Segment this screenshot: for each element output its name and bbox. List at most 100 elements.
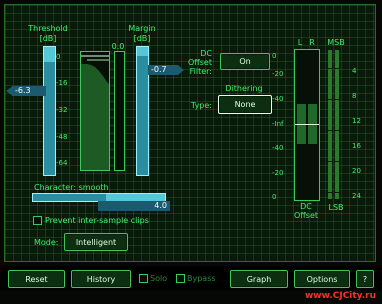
margin-slider-fill: [137, 55, 148, 175]
character-label: Character: smooth: [34, 183, 109, 192]
bit-label-4: 4: [352, 67, 357, 75]
help-button[interactable]: ?: [356, 270, 374, 288]
lsb-label: LSB: [328, 203, 344, 212]
dithering-type-label: Type:: [190, 101, 212, 110]
bit-led: [335, 143, 339, 149]
bit-led: [328, 68, 332, 75]
output-dc-label-2: Offset: [293, 211, 319, 220]
reduction-scale-48: -48: [56, 133, 68, 141]
bit-led: [328, 50, 332, 56]
bit-led: [335, 167, 339, 174]
graph-button[interactable]: Graph: [230, 270, 288, 288]
margin-meter: [114, 51, 125, 171]
bit-led: [328, 99, 332, 106]
bit-label-20: 20: [352, 167, 361, 175]
bit-led: [335, 155, 339, 162]
output-scale-40-top: -40: [272, 95, 284, 103]
bit-led: [335, 62, 339, 69]
output-scale-inf: -Inf: [272, 120, 284, 128]
bit-led: [328, 118, 332, 125]
dc-filter-button[interactable]: On: [220, 53, 270, 70]
bit-led: [328, 130, 332, 137]
options-button[interactable]: Options: [294, 270, 350, 288]
bit-led: [335, 136, 339, 143]
bit-led: [335, 81, 339, 87]
bit-led: [335, 118, 339, 125]
bit-led: [328, 124, 332, 131]
reduction-scale-32: -32: [56, 106, 68, 114]
bit-led: [335, 192, 339, 199]
dc-filter-label-2: Offset: [187, 58, 212, 67]
character-slider-fill: [33, 194, 106, 201]
msb-label: MSB: [327, 38, 345, 47]
bit-led: [328, 112, 332, 118]
bit-led: [335, 93, 339, 100]
output-scale-20-top: -20: [272, 70, 284, 78]
bit-led: [328, 180, 332, 187]
channel-l-label: L: [297, 38, 303, 47]
bit-led: [328, 161, 332, 168]
dithering-type-select[interactable]: None: [218, 95, 272, 114]
threshold-slider[interactable]: [43, 46, 56, 176]
bit-meter: [326, 50, 348, 199]
watermark-text: www.CJCity.ru: [304, 291, 376, 301]
bit-label-16: 16: [352, 142, 361, 150]
reduction-scale-16: -16: [56, 79, 68, 87]
output-scale-0-bottom: 0: [272, 193, 277, 201]
margin-title: Margin: [128, 24, 156, 33]
bypass-checkbox[interactable]: [176, 274, 185, 283]
bit-led: [328, 192, 332, 199]
bit-led: [335, 124, 339, 131]
bit-led: [335, 174, 339, 180]
dc-filter-label-3: Filter:: [189, 67, 212, 76]
threshold-value[interactable]: -6.3: [12, 86, 46, 96]
bit-led: [328, 136, 332, 143]
output-meter: [294, 49, 320, 201]
gain-reduction-graph: [81, 55, 109, 170]
bottom-toolbar: Reset History Solo Bypass Graph Options …: [0, 266, 382, 290]
dithering-title: Dithering: [225, 84, 263, 93]
bit-led: [328, 174, 332, 180]
margin-value[interactable]: -0.7: [148, 65, 178, 75]
bit-led: [328, 62, 332, 69]
mode-select[interactable]: Intelligent: [64, 233, 128, 251]
bit-led: [335, 68, 339, 75]
bit-led: [335, 180, 339, 187]
limiter-plugin-window: Threshold [dB] -6.3 0 -16 -32 -48 -64 Ma…: [0, 0, 382, 304]
bit-led: [328, 155, 332, 162]
bit-label-8: 8: [352, 92, 357, 100]
bit-led: [328, 186, 332, 193]
reset-button[interactable]: Reset: [8, 270, 65, 288]
bit-led: [335, 74, 339, 81]
threshold-slider-fill: [44, 62, 55, 175]
bit-led: [328, 149, 332, 156]
bit-led: [328, 81, 332, 87]
output-scale-20-bottom: -20: [272, 169, 284, 177]
reduction-scale-64: -64: [56, 159, 68, 167]
reduction-scale-0: 0: [56, 53, 61, 61]
bit-led: [335, 186, 339, 193]
output-scale-0-top: 0: [272, 52, 277, 60]
bypass-label: Bypass: [187, 274, 216, 283]
history-button[interactable]: History: [71, 270, 131, 288]
bit-label-24: 24: [352, 192, 361, 200]
character-value[interactable]: 4.0: [98, 201, 170, 211]
solo-checkbox[interactable]: [139, 274, 148, 283]
bit-led: [335, 99, 339, 106]
output-dc-label-1: DC: [300, 202, 312, 211]
bit-led: [328, 93, 332, 100]
bit-label-12: 12: [352, 117, 361, 125]
solo-label: Solo: [150, 274, 168, 283]
bit-led: [328, 87, 332, 94]
output-meter-center-line: [295, 124, 319, 125]
bit-led: [335, 105, 339, 112]
mode-label: Mode:: [34, 238, 59, 247]
margin-peak-value: 0.0: [111, 42, 125, 51]
prevent-clips-checkbox[interactable]: [33, 216, 42, 225]
bit-led: [335, 149, 339, 156]
bit-led: [328, 105, 332, 112]
gain-reduction-meter: [80, 51, 110, 171]
threshold-unit: [dB]: [39, 34, 57, 43]
dc-filter-label-1: DC: [200, 49, 212, 58]
bit-led: [335, 87, 339, 94]
